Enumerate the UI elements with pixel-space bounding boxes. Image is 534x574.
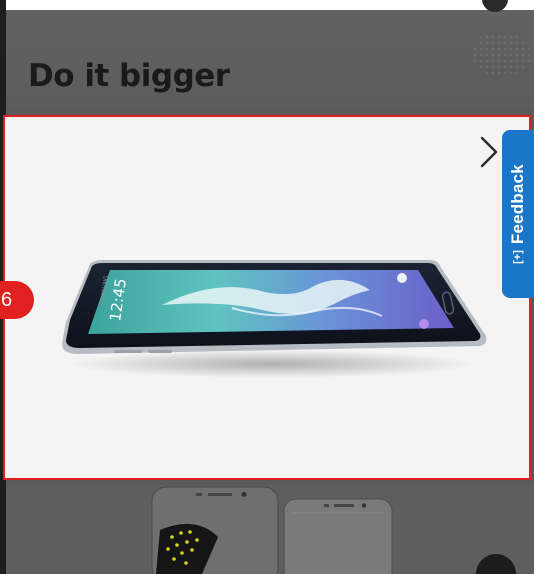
feedback-plus-icon: [+] <box>512 250 524 264</box>
top-banner: Do it bigger <box>6 0 534 110</box>
banner-headline: Do it bigger <box>28 58 230 94</box>
bottom-phones-illustration <box>151 486 393 574</box>
bottom-product-image[interactable] <box>6 485 534 574</box>
dot-pattern-decoration <box>472 34 532 74</box>
galaxy-phone-image: 12:45 SAMSUNG <box>52 250 492 380</box>
feedback-tab[interactable]: [+] Feedback <box>502 130 534 298</box>
feedback-label: Feedback <box>508 164 527 245</box>
chevron-right-icon <box>480 136 498 168</box>
top-circle-control <box>482 0 508 12</box>
top-strip <box>6 0 534 10</box>
next-slide-button[interactable] <box>476 132 502 172</box>
